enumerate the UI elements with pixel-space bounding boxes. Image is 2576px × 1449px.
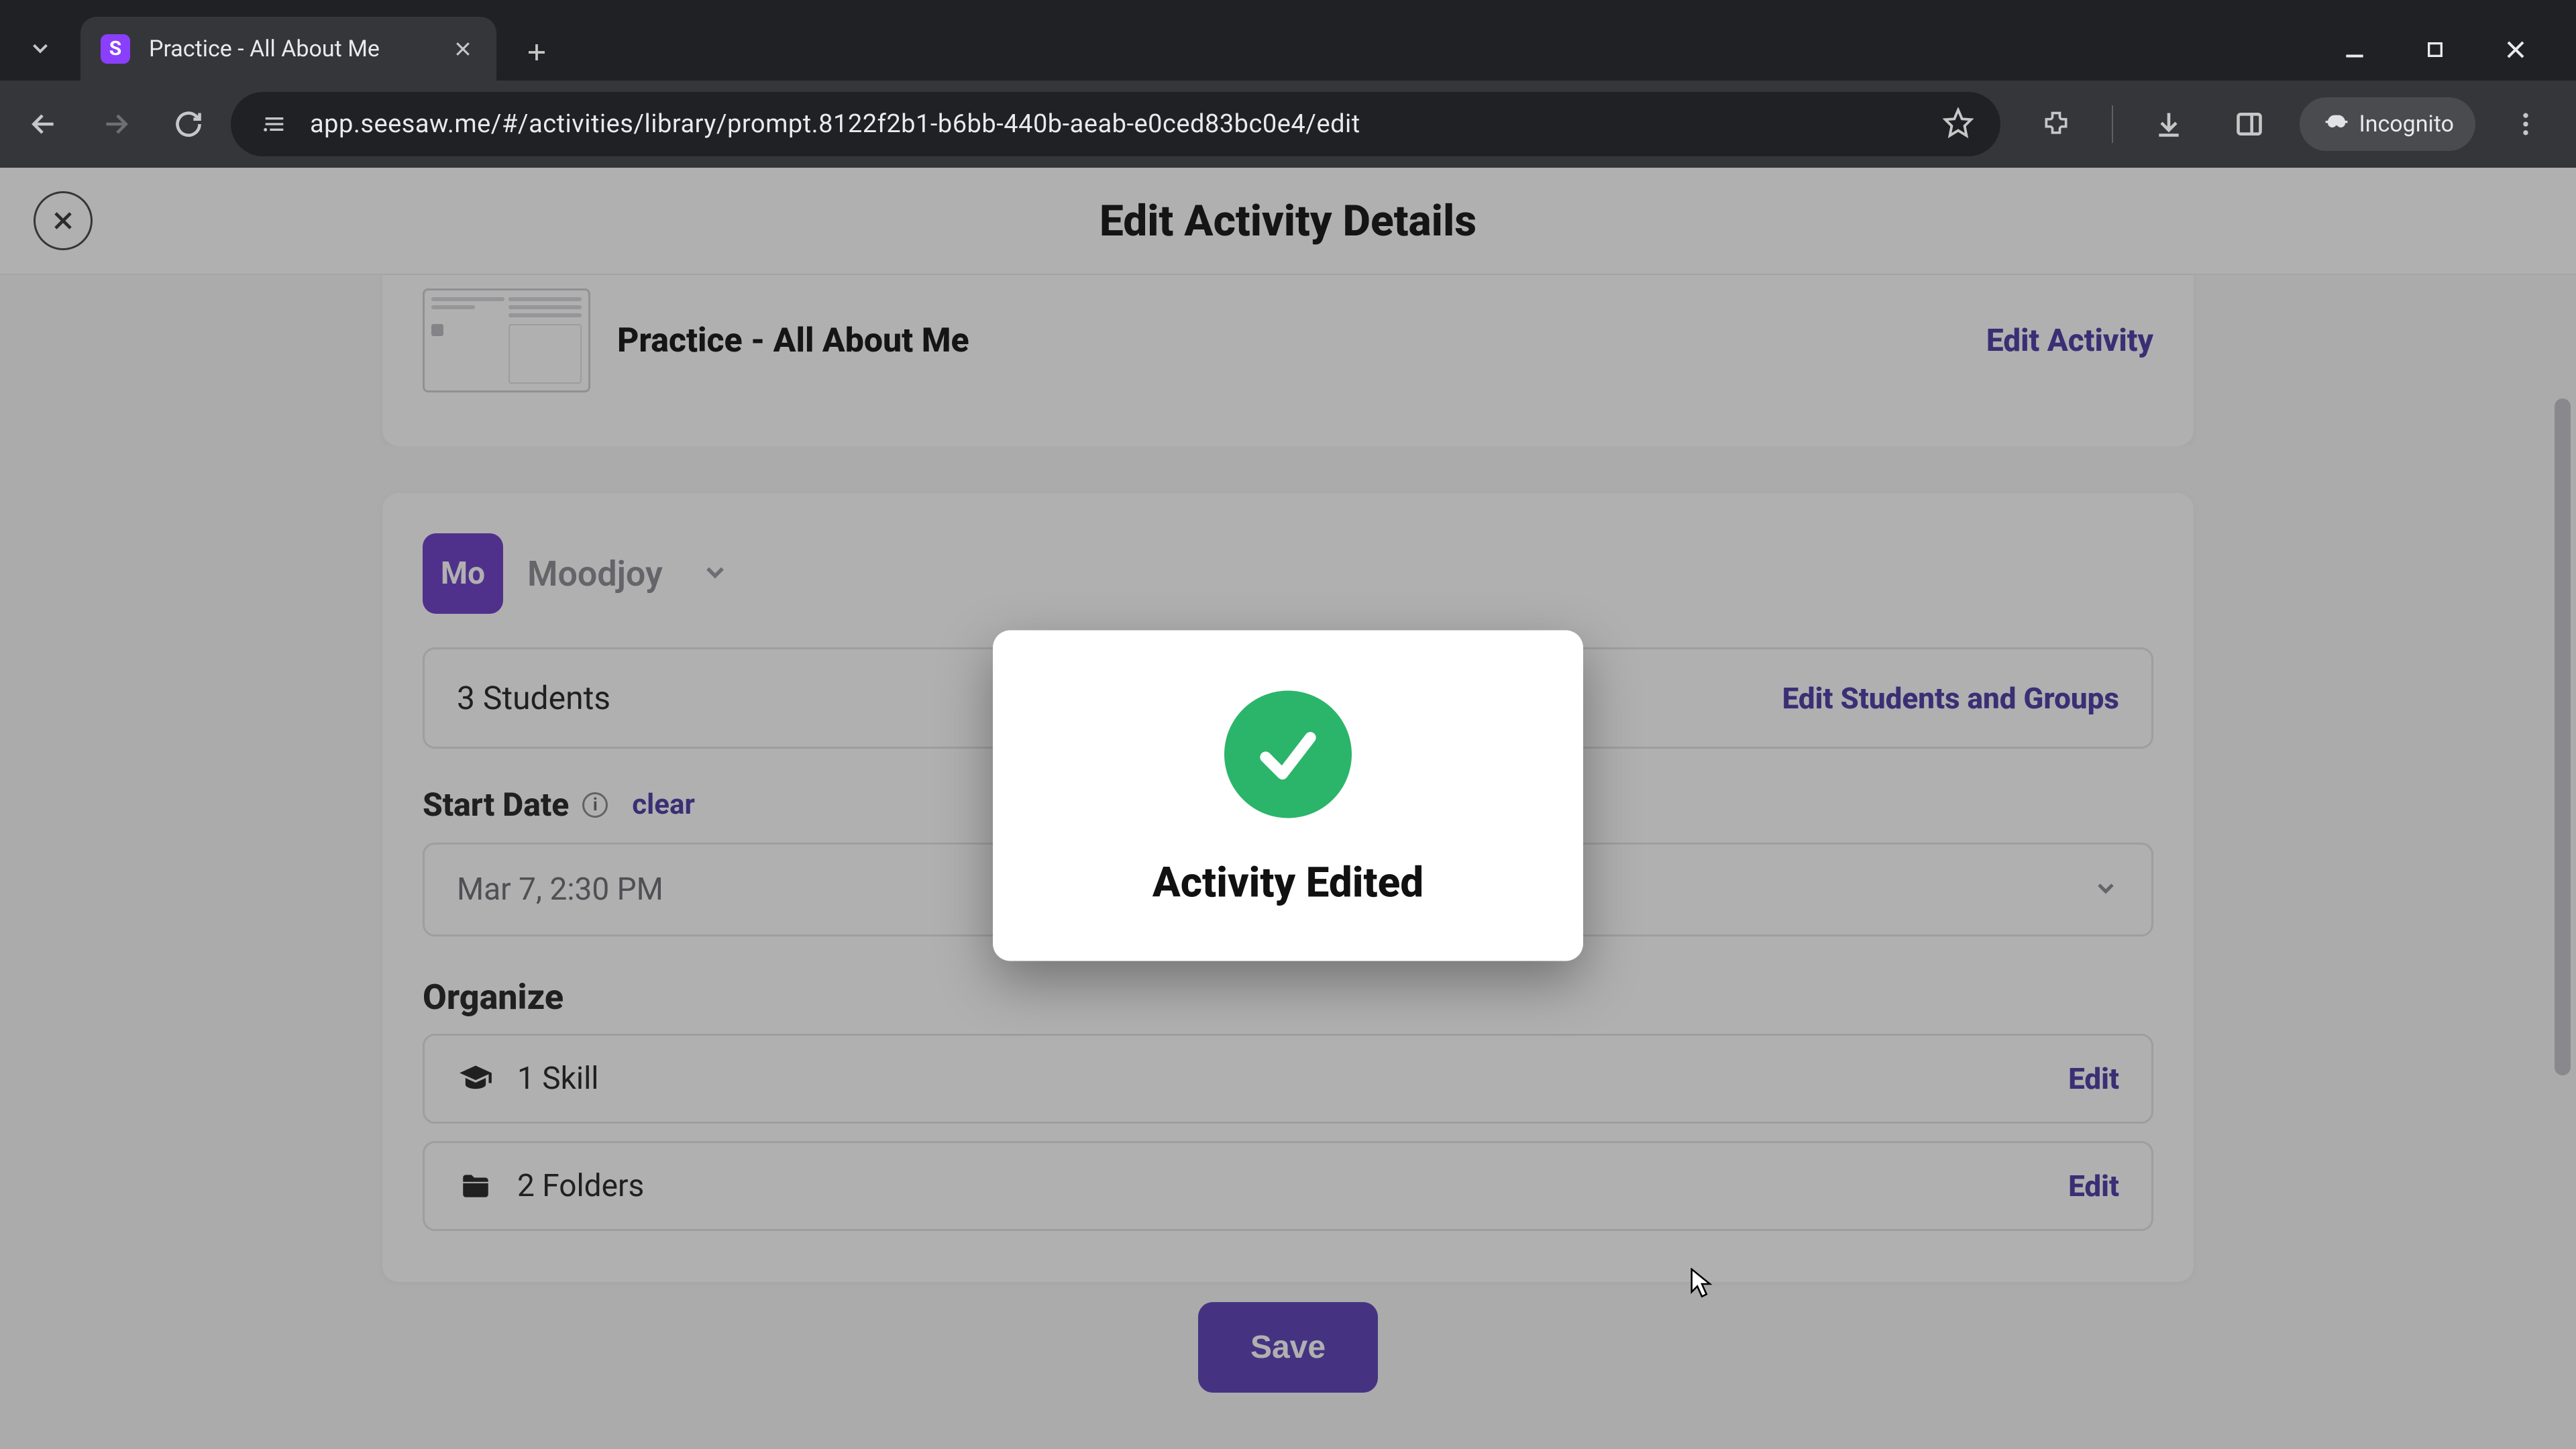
success-modal: Activity Edited xyxy=(993,630,1583,961)
tab-title: Practice - All About Me xyxy=(149,36,431,62)
url-text: app.seesaw.me/#/activities/library/promp… xyxy=(310,109,1924,139)
bookmark-star-icon[interactable] xyxy=(1943,107,1974,141)
tab-search-dropdown[interactable] xyxy=(13,21,67,75)
extensions-icon[interactable] xyxy=(2026,94,2086,154)
downloads-icon[interactable] xyxy=(2139,94,2199,154)
tab-close-button[interactable] xyxy=(449,36,476,62)
browser-tab[interactable]: S Practice - All About Me xyxy=(80,17,496,80)
incognito-chip[interactable]: Incognito xyxy=(2300,97,2475,151)
window-controls xyxy=(2334,30,2563,70)
site-info-icon[interactable] xyxy=(258,107,291,141)
omnibox[interactable]: app.seesaw.me/#/activities/library/promp… xyxy=(231,92,2000,156)
incognito-icon xyxy=(2321,111,2348,138)
nav-forward-button[interactable] xyxy=(86,94,146,154)
page: Edit Activity Details Practice - All Abo… xyxy=(0,168,2576,1449)
window-minimize-button[interactable] xyxy=(2334,30,2375,70)
tab-strip: S Practice - All About Me xyxy=(0,0,2576,80)
nav-reload-button[interactable] xyxy=(158,94,219,154)
side-panel-icon[interactable] xyxy=(2219,94,2279,154)
toolbar-right: Incognito xyxy=(2012,94,2563,154)
browser-chrome: S Practice - All About Me xyxy=(0,0,2576,168)
browser-menu-button[interactable] xyxy=(2496,94,2556,154)
success-check-icon xyxy=(1224,690,1352,818)
address-bar: app.seesaw.me/#/activities/library/promp… xyxy=(0,80,2576,168)
tab-favicon: S xyxy=(101,34,130,64)
nav-back-button[interactable] xyxy=(13,94,74,154)
window-maximize-button[interactable] xyxy=(2415,30,2455,70)
new-tab-button[interactable] xyxy=(517,32,557,72)
incognito-label: Incognito xyxy=(2359,111,2454,138)
window-close-button[interactable] xyxy=(2496,30,2536,70)
modal-title: Activity Edited xyxy=(1152,858,1424,907)
toolbar-separator xyxy=(2112,105,2113,143)
